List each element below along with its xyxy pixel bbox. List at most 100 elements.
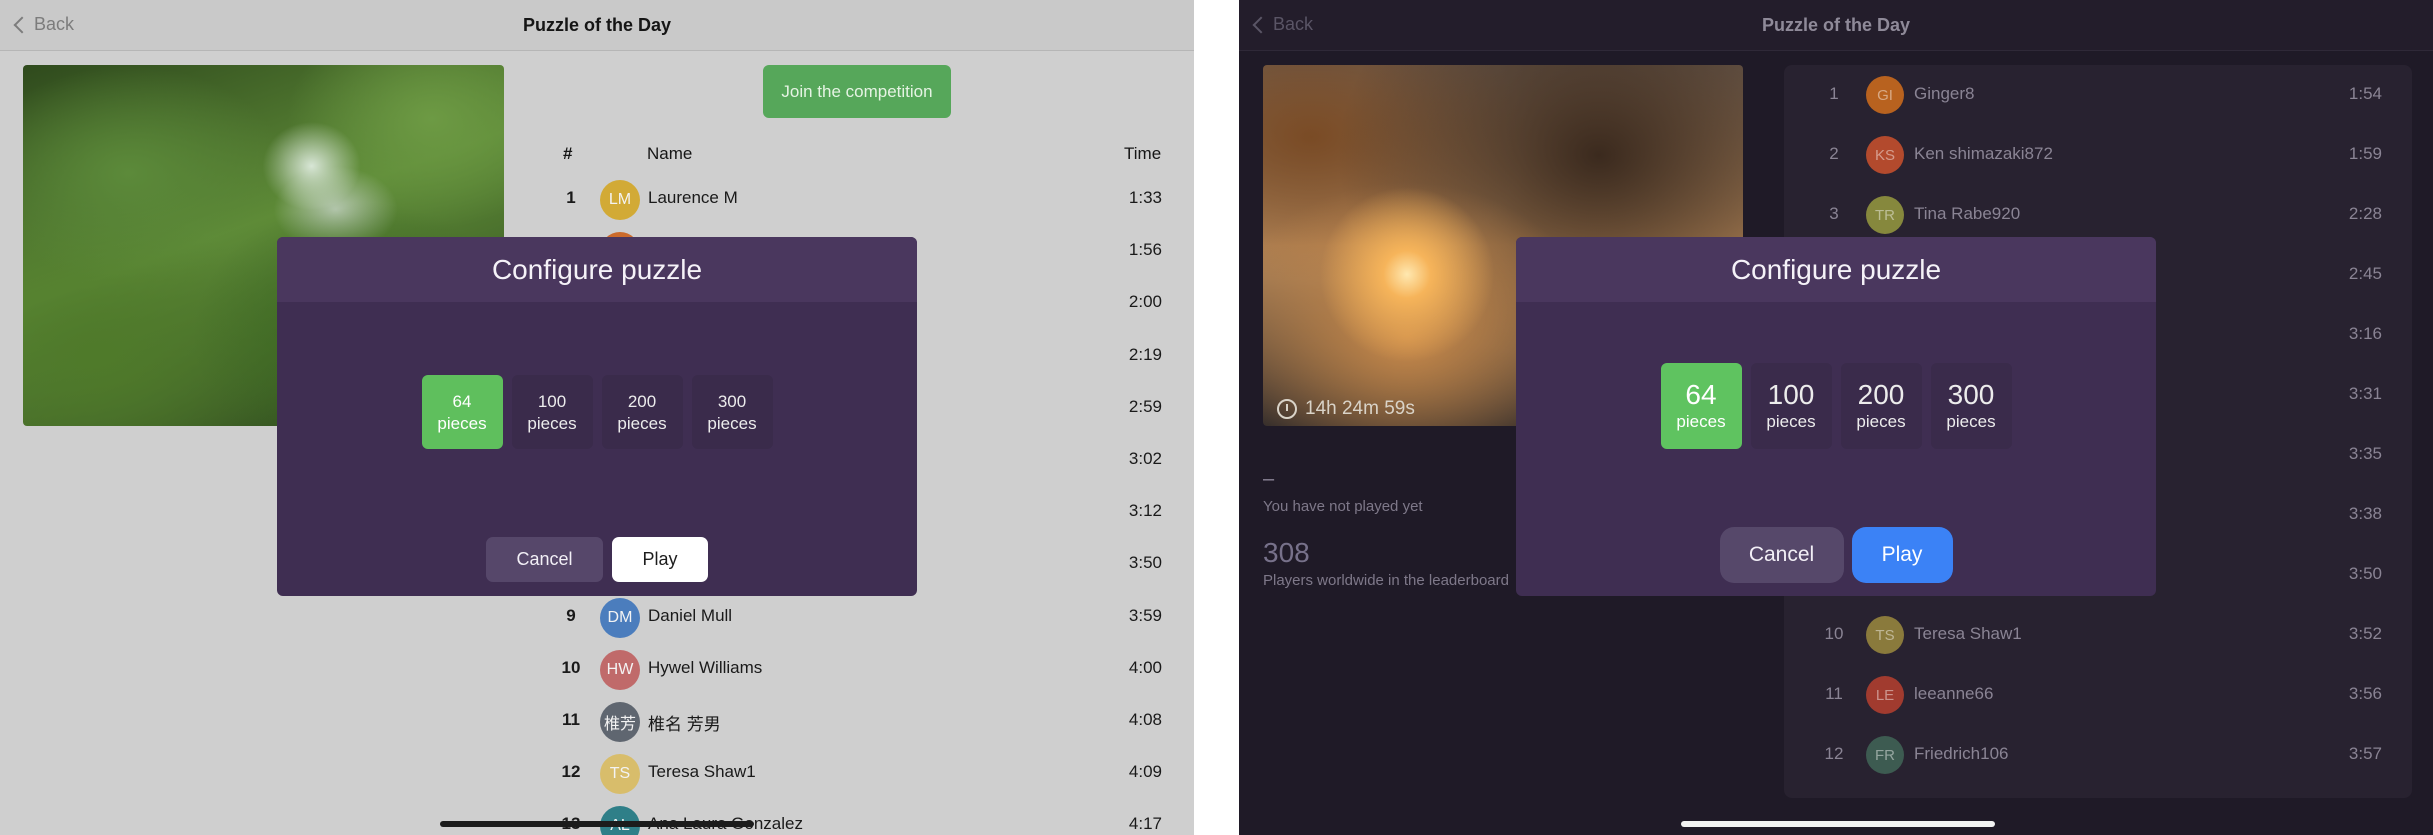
option-64-pieces[interactable]: 64 pieces — [1660, 363, 1742, 449]
option-200-pieces[interactable]: 200 pieces — [1840, 363, 1922, 449]
option-count: 64 — [452, 392, 472, 411]
home-indicator[interactable] — [1681, 821, 1995, 827]
cancel-button[interactable]: Cancel — [486, 537, 603, 582]
avatar: 椎芳 — [600, 702, 640, 742]
player-count-label: Players worldwide in the leaderboard — [1263, 572, 1509, 589]
leaderboard-row[interactable]: 1 LM Laurence M 1:33 — [540, 174, 1170, 226]
leaderboard-row[interactable]: 11 LE leeanne66 3:56 — [1784, 665, 2412, 725]
timer-value: 14h 24m 59s — [1305, 398, 1415, 419]
option-64-pieces[interactable]: 64 pieces — [421, 375, 503, 449]
dialog-actions: Cancel Play — [1516, 527, 2156, 583]
avatar: DM — [600, 597, 640, 638]
rank-header: # — [563, 144, 573, 163]
finish-time: 2:45 — [2348, 264, 2382, 283]
time-header: Time — [1124, 144, 1162, 163]
finish-time: 1:54 — [2348, 84, 2382, 103]
configure-puzzle-dialog: Configure puzzle 64 pieces 100 pieces 20… — [1516, 237, 2156, 596]
leaderboard-row[interactable]: 2 KS Ken shimazaki872 1:59 — [1784, 125, 2412, 185]
timer-icon — [1277, 399, 1297, 419]
rank-cell: 2 — [1829, 144, 1839, 163]
rank-cell: 1 — [566, 188, 576, 207]
home-indicator[interactable] — [440, 821, 754, 827]
rank-cell: 11 — [1825, 684, 1843, 703]
finish-time: 3:50 — [1128, 553, 1162, 573]
player-name: Teresa Shaw1 — [648, 762, 756, 782]
finish-time: 3:50 — [2348, 564, 2382, 583]
leaderboard-row[interactable]: 10 HW Hywel Williams 4:00 — [540, 644, 1170, 696]
avatar: FR — [1866, 736, 1904, 774]
option-300-pieces[interactable]: 300 pieces — [691, 375, 773, 449]
finish-time: 2:59 — [1128, 396, 1162, 416]
avatar: LM — [600, 180, 640, 220]
finish-time: 3:59 — [1128, 605, 1162, 625]
option-300-pieces[interactable]: 300 pieces — [1930, 363, 2012, 449]
option-unit: pieces — [1676, 412, 1726, 431]
option-unit: pieces — [1946, 412, 1996, 431]
leaderboard-row[interactable]: 1 GI Ginger8 1:54 — [1784, 65, 2412, 125]
leaderboard-row[interactable]: 13ALAna Laura Gonzalez4:17 — [540, 800, 1170, 835]
rank-cell: 12 — [561, 762, 581, 782]
option-200-pieces[interactable]: 200 pieces — [601, 375, 683, 449]
option-count: 300 — [1947, 379, 1995, 410]
cancel-button[interactable]: Cancel — [1719, 527, 1844, 583]
finish-time: 4:08 — [1128, 710, 1162, 729]
finish-time: 3:38 — [2348, 504, 2382, 523]
rank-cell: 1 — [1829, 84, 1839, 103]
finish-time: 3:12 — [1128, 501, 1162, 521]
avatar: GI — [1866, 76, 1904, 114]
finish-time: 4:09 — [1128, 762, 1162, 782]
finish-time: 3:52 — [2348, 624, 2382, 643]
join-competition-button[interactable]: Join the competition — [763, 65, 951, 118]
not-played-note: You have not played yet — [1263, 498, 1423, 515]
option-unit: pieces — [1766, 412, 1816, 431]
leaderboard-row[interactable]: 9 DM Daniel Mull 3:59 — [540, 592, 1170, 644]
rank-cell: 10 — [561, 657, 581, 677]
rank-cell: 12 — [1824, 744, 1844, 763]
player-name: Laurence M — [648, 188, 738, 207]
finish-time: 4:17 — [1128, 814, 1162, 834]
leaderboard-row[interactable]: 3 TR Tina Rabe920 2:28 — [1784, 185, 2412, 245]
rank-cell: 9 — [566, 605, 576, 625]
finish-time: 3:56 — [2348, 684, 2382, 703]
name-header: Name — [647, 144, 693, 163]
option-unit: pieces — [527, 414, 577, 433]
player-name: Daniel Mull — [648, 605, 733, 625]
navigation-bar: Back Puzzle of the Day — [1239, 0, 2433, 51]
option-count: 100 — [1767, 379, 1815, 410]
option-100-pieces[interactable]: 100 pieces — [1750, 363, 1832, 449]
option-unit: pieces — [437, 414, 487, 433]
player-name: leeanne66 — [1914, 684, 1994, 703]
player-name: 椎名 芳男 — [648, 715, 721, 734]
your-time: – — [1263, 468, 1275, 490]
avatar: LE — [1866, 676, 1904, 714]
finish-time: 1:59 — [2348, 144, 2382, 163]
option-count: 300 — [717, 392, 747, 411]
finish-time: 2:28 — [2348, 204, 2382, 223]
leaderboard-row[interactable]: 12 TS Teresa Shaw1 4:09 — [540, 748, 1170, 800]
leaderboard-row[interactable]: 10 TS Teresa Shaw1 3:52 — [1784, 605, 2412, 665]
piece-count-options: 64 pieces 100 pieces 200 pieces 300 piec… — [277, 375, 917, 449]
play-button[interactable]: Play — [1851, 527, 1953, 583]
dark-screen: Back Puzzle of the Day 14h 24m 59s – You… — [1239, 0, 2433, 835]
leaderboard-row[interactable]: 11 椎芳 椎名 芳男 4:08 — [540, 696, 1170, 748]
option-count: 200 — [627, 392, 657, 411]
dialog-actions: Cancel Play — [277, 537, 917, 582]
player-name: Tina Rabe920 — [1914, 204, 2021, 223]
light-screen: Back Puzzle of the Day Join the competit… — [0, 0, 1194, 835]
countdown-timer: 14h 24m 59s — [1277, 398, 1415, 420]
finish-time: 1:33 — [1128, 188, 1162, 207]
avatar: TR — [1866, 196, 1904, 234]
player-name: Friedrich106 — [1914, 744, 2009, 763]
option-100-pieces[interactable]: 100 pieces — [511, 375, 593, 449]
player-name: Ken shimazaki872 — [1914, 144, 2053, 163]
rank-cell: 3 — [1829, 204, 1839, 223]
avatar: HW — [600, 649, 640, 690]
navigation-bar: Back Puzzle of the Day — [0, 0, 1194, 51]
player-count: 308 — [1263, 537, 1310, 568]
leaderboard-row[interactable]: 12 FR Friedrich106 3:57 — [1784, 725, 2412, 785]
screenshot-root: Back Puzzle of the Day Join the competit… — [0, 0, 2433, 835]
option-count: 200 — [1857, 379, 1905, 410]
finish-time: 3:35 — [2348, 444, 2382, 463]
finish-time: 3:57 — [2348, 744, 2382, 763]
play-button[interactable]: Play — [612, 537, 708, 582]
